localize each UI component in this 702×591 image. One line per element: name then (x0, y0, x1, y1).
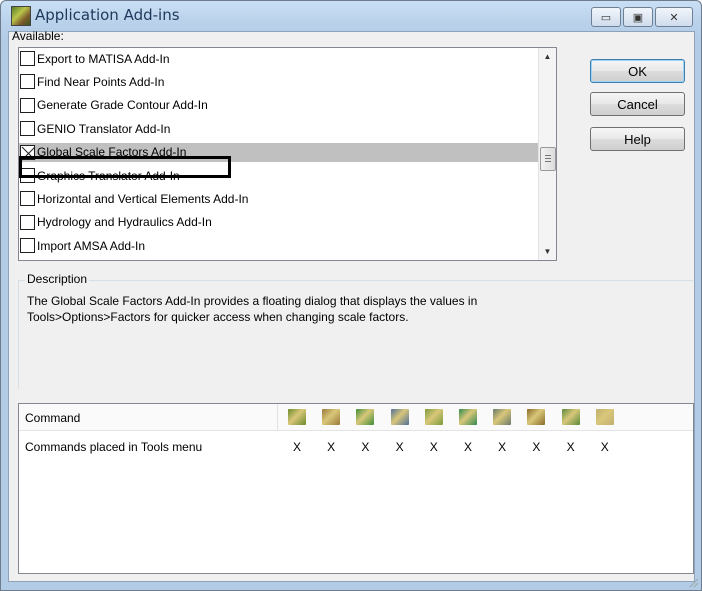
command-mark: X (327, 440, 336, 454)
addins-listbox[interactable]: Export to MATISA Add-In Find Near Points … (18, 47, 557, 261)
addin-label: Import AMSA Add-In (37, 238, 146, 253)
command-mark: X (292, 440, 301, 454)
addin-checkbox[interactable] (20, 144, 36, 160)
addin-label: Horizontal and Vertical Elements Add-In (37, 191, 249, 206)
survey-icon (493, 409, 512, 425)
addin-checkbox[interactable] (20, 238, 35, 254)
addin-list-item[interactable]: GENIO Translator Add-In (19, 119, 549, 138)
addin-checkbox[interactable] (20, 97, 35, 113)
profile-icon (527, 409, 546, 425)
app-icon (11, 6, 31, 26)
command-row-label: Commands placed in Tools menu (25, 440, 203, 454)
cross-section-icon (561, 409, 580, 425)
addin-list-item[interactable]: Graphics Translator Add-In (19, 166, 549, 185)
listbox-scrollbar[interactable]: ▲ ▼ (538, 48, 556, 260)
terrain-icon (322, 409, 341, 425)
command-mark: X (532, 440, 541, 454)
addin-label: Generate Grade Contour Add-In (37, 98, 208, 113)
close-button[interactable]: ✕ (655, 7, 693, 27)
command-mark: X (600, 440, 609, 454)
grade-icon (356, 409, 375, 425)
addin-list-item[interactable]: Find Near Points Add-In (19, 72, 549, 91)
addin-checkbox[interactable] (20, 51, 35, 66)
scroll-thumb[interactable] (540, 147, 556, 171)
addin-list-item[interactable]: Generate Grade Contour Add-In (19, 96, 549, 115)
scroll-up-arrow-icon[interactable]: ▲ (539, 48, 556, 65)
addin-checkbox[interactable] (20, 191, 35, 207)
scroll-down-arrow-icon[interactable]: ▼ (539, 243, 556, 260)
description-group: Description The Global Scale Factors Add… (18, 272, 693, 389)
alignment-icon (390, 409, 409, 425)
addin-list-item[interactable]: Horizontal and Vertical Elements Add-In (19, 189, 549, 208)
road-icon (288, 409, 306, 425)
contour-icon (459, 409, 477, 425)
command-mark: X (463, 440, 472, 454)
description-legend: Description (25, 272, 90, 286)
command-mark: X (566, 440, 575, 454)
help-button[interactable]: Help (590, 127, 685, 151)
command-column-header: Command (25, 411, 81, 425)
addin-checkbox[interactable] (20, 74, 35, 90)
cancel-button[interactable]: Cancel (590, 92, 685, 116)
addin-list-item[interactable]: Export to MATISA Add-In (19, 49, 549, 68)
addin-checkbox[interactable] (20, 121, 35, 137)
addin-label: GENIO Translator Add-In (37, 121, 171, 136)
addin-list-item[interactable]: Global Scale Factors Add-In (19, 142, 549, 162)
addin-checkbox[interactable] (20, 168, 35, 183)
application-addins-dialog: Application Add-ins ▭ ▣ ✕ Available: Exp… (0, 0, 702, 591)
command-mark: X (498, 440, 507, 454)
window-title: Application Add-ins (35, 6, 180, 24)
title-bar[interactable]: Application Add-ins ▭ ▣ ✕ (1, 1, 701, 31)
addin-label: Graphics Translator Add-In (37, 168, 180, 183)
landscape-icon (424, 409, 443, 425)
addin-label: Global Scale Factors Add-In (37, 145, 187, 160)
addin-label: Export to MATISA Add-In (37, 51, 170, 66)
ok-button[interactable]: OK (590, 59, 685, 83)
command-mark: X (429, 440, 438, 454)
addin-list-item[interactable]: Import AMSA Add-In (19, 236, 549, 255)
addin-checkbox[interactable] (20, 214, 35, 230)
addin-label: Find Near Points Add-In (37, 74, 165, 89)
commands-grid[interactable]: Command Commands placed in Tools menu X X… (18, 403, 694, 574)
command-mark: X (361, 440, 370, 454)
maximize-button[interactable]: ▣ (623, 7, 653, 27)
command-mark: X (395, 440, 404, 454)
addin-list-item[interactable]: Hydrology and Hydraulics Add-In (19, 213, 549, 232)
description-text: The Global Scale Factors Add-In provides… (27, 294, 478, 324)
resize-grip-icon[interactable] (687, 576, 699, 588)
available-label: Available: (12, 29, 64, 43)
addin-label: Hydrology and Hydraulics Add-In (37, 215, 212, 230)
commands-header: Command (19, 404, 693, 431)
minimize-button[interactable]: ▭ (591, 7, 621, 27)
wand-icon (595, 409, 614, 425)
